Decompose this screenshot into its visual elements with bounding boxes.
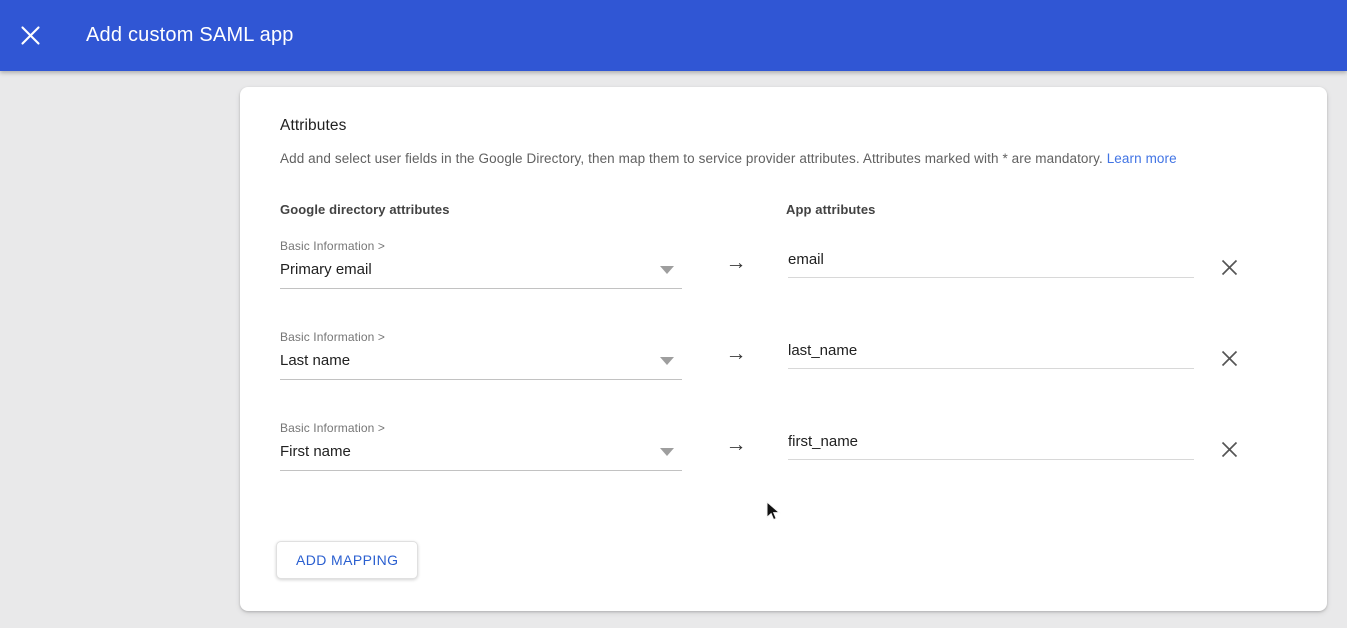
directory-attributes-column-header: Google directory attributes	[280, 202, 786, 217]
app-bar: Add custom SAML app	[0, 0, 1347, 71]
app-attributes-column-header: App attributes	[786, 202, 876, 217]
columns-header: Google directory attributes App attribut…	[280, 202, 1287, 217]
section-description: Add and select user fields in the Google…	[280, 151, 1287, 166]
section-title: Attributes	[280, 117, 1287, 135]
delete-x-icon	[1221, 259, 1238, 276]
select-value-row: First name	[280, 436, 682, 471]
directory-attribute-value: Primary email	[280, 261, 372, 278]
close-icon[interactable]	[10, 16, 50, 56]
mapping-row: Basic Information > Last name →	[280, 330, 1287, 378]
attribute-category-label: Basic Information >	[280, 330, 682, 345]
learn-more-link[interactable]: Learn more	[1107, 151, 1177, 166]
app-attribute-field	[788, 342, 1194, 369]
close-x-glyph	[21, 26, 40, 45]
dropdown-arrow-icon	[660, 448, 674, 456]
delete-x-icon	[1221, 350, 1238, 367]
delete-mapping-button[interactable]	[1213, 433, 1245, 465]
description-text: Add and select user fields in the Google…	[280, 151, 1103, 166]
delete-x-icon	[1221, 441, 1238, 458]
directory-attribute-select[interactable]: Basic Information > Last name	[280, 330, 682, 380]
arrow-right-icon: →	[725, 434, 747, 456]
mapping-row: Basic Information > First name →	[280, 421, 1287, 469]
directory-attribute-value: Last name	[280, 352, 350, 369]
directory-attribute-select[interactable]: Basic Information > First name	[280, 421, 682, 471]
app-attribute-field	[788, 251, 1194, 278]
arrow-right-icon: →	[725, 252, 747, 274]
directory-attribute-select[interactable]: Basic Information > Primary email	[280, 239, 682, 289]
delete-mapping-button[interactable]	[1213, 251, 1245, 283]
mapping-row: Basic Information > Primary email →	[280, 239, 1287, 287]
attributes-card: Attributes Add and select user fields in…	[240, 87, 1327, 611]
attribute-category-label: Basic Information >	[280, 421, 682, 436]
mapping-rows: Basic Information > Primary email → Basi	[280, 239, 1287, 469]
app-attribute-input[interactable]	[788, 342, 1194, 369]
dropdown-arrow-icon	[660, 357, 674, 365]
directory-attribute-value: First name	[280, 443, 351, 460]
select-value-row: Last name	[280, 345, 682, 380]
app-attribute-input[interactable]	[788, 433, 1194, 460]
select-value-row: Primary email	[280, 254, 682, 289]
dropdown-arrow-icon	[660, 266, 674, 274]
delete-mapping-button[interactable]	[1213, 342, 1245, 374]
arrow-right-icon: →	[725, 343, 747, 365]
attribute-category-label: Basic Information >	[280, 239, 682, 254]
add-mapping-button[interactable]: ADD MAPPING	[276, 541, 418, 579]
app-attribute-field	[788, 433, 1194, 460]
app-attribute-input[interactable]	[788, 251, 1194, 278]
page-title: Add custom SAML app	[86, 24, 294, 47]
